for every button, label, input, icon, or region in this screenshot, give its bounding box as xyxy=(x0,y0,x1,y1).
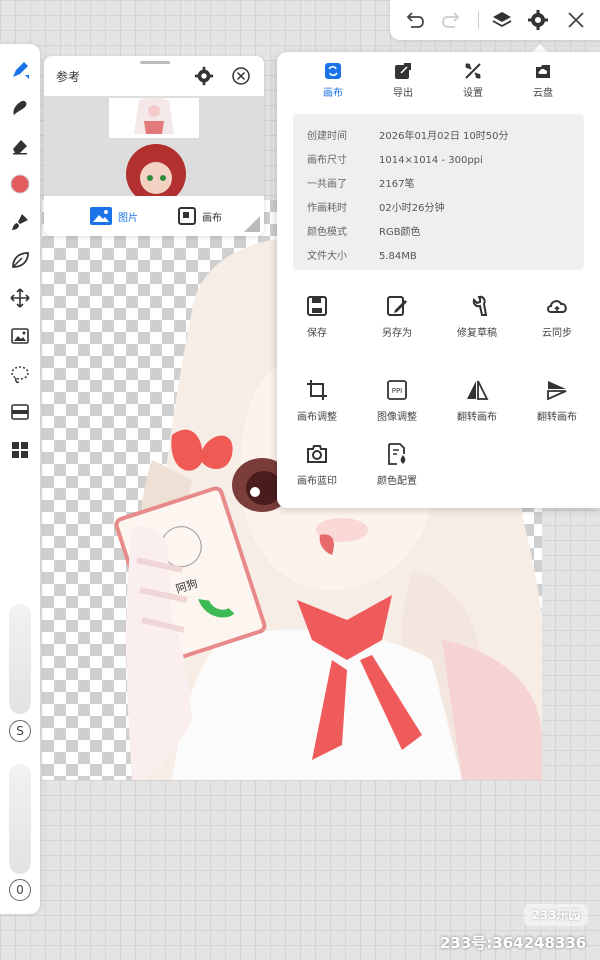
export-icon xyxy=(395,63,411,79)
camera-icon xyxy=(307,445,327,463)
save-as-label: 另存为 xyxy=(382,328,412,339)
info-row-created: 创建时间 2026年01月02日 10时50分 xyxy=(307,131,509,142)
canvas-info-box: 创建时间 2026年01月02日 10时50分 画布尺寸 1014×1014 - 3… xyxy=(293,114,584,270)
watermark-id: 233号:364248336 xyxy=(440,934,587,952)
top-toolbar xyxy=(390,0,600,40)
canvas-blueprint-button[interactable]: 画布蓝印 xyxy=(277,442,357,487)
repair-draft-label: 修复草稿 xyxy=(457,328,497,339)
move-icon[interactable] xyxy=(6,284,34,312)
reference-settings-icon[interactable] xyxy=(194,66,216,88)
save-as-icon xyxy=(387,296,407,316)
watermark-logo: 233乐园 xyxy=(524,904,588,926)
ppi-icon: PPI xyxy=(387,380,407,400)
cloud-sync-label: 云同步 xyxy=(542,328,572,339)
tab-settings-label: 设置 xyxy=(463,88,483,99)
info-row-color-mode: 颜色模式 RGB颜色 xyxy=(307,227,421,238)
paintbrush-icon[interactable] xyxy=(6,208,34,236)
leaf-icon[interactable] xyxy=(6,246,34,274)
image-adjust-label: 图像调整 xyxy=(377,412,417,423)
repair-draft-button[interactable]: 修复草稿 xyxy=(437,294,517,339)
tools-icon xyxy=(465,63,481,79)
resize-handle-icon[interactable] xyxy=(244,216,260,232)
reference-title: 参考 xyxy=(56,70,81,84)
layers-icon[interactable] xyxy=(488,6,516,34)
canvas-adjust-button[interactable]: 画布调整 xyxy=(277,378,357,423)
brush-size-slider[interactable] xyxy=(9,604,31,714)
reference-header: 参考 xyxy=(44,56,264,96)
reference-thumbnail xyxy=(109,97,199,204)
brush-size-label: S xyxy=(9,720,31,742)
reference-close-icon[interactable] xyxy=(231,66,253,88)
save-label: 保存 xyxy=(307,328,327,339)
canvas-blueprint-label: 画布蓝印 xyxy=(297,476,337,487)
reference-panel[interactable]: 参考 图片 画布 xyxy=(44,56,264,236)
flip-canvas-horizontal-label: 翻转画布 xyxy=(457,412,497,423)
tab-settings[interactable]: 设置 xyxy=(443,62,503,99)
reference-tabs: 图片 画布 xyxy=(44,196,264,236)
flip-horizontal-icon xyxy=(467,380,489,400)
color-profile-icon xyxy=(388,443,406,465)
toolbar-divider xyxy=(478,11,479,29)
tab-cloud-drive-label: 云盘 xyxy=(533,88,553,99)
tab-export-label: 导出 xyxy=(393,88,413,99)
info-row-size: 画布尺寸 1014×1014 - 300ppi xyxy=(307,155,483,166)
left-toolbar: S 0 xyxy=(0,44,40,914)
ref-tab-canvas[interactable]: 画布 xyxy=(178,205,222,227)
svg-text:PPI: PPI xyxy=(392,387,403,395)
image-adjust-icon[interactable] xyxy=(6,322,34,350)
info-row-duration: 作画耗时 02小时26分钟 xyxy=(307,203,445,214)
cloud-drive-icon xyxy=(536,65,550,78)
tab-export[interactable]: 导出 xyxy=(373,62,433,99)
lasso-select-icon[interactable] xyxy=(6,360,34,388)
tab-cloud-drive[interactable]: 云盘 xyxy=(513,62,573,99)
info-row-file-size: 文件大小 5.84MB xyxy=(307,251,417,262)
crop-icon xyxy=(307,380,327,400)
flip-vertical-icon xyxy=(547,381,567,401)
brush-pen-icon[interactable] xyxy=(6,56,34,84)
redo-icon[interactable] xyxy=(438,6,466,34)
eraser-icon[interactable] xyxy=(6,132,34,160)
canvas-icon xyxy=(325,63,341,79)
opacity-label: 0 xyxy=(9,879,31,901)
undo-icon[interactable] xyxy=(400,6,428,34)
ref-tab-image[interactable]: 图片 xyxy=(90,205,138,227)
image-icon xyxy=(90,207,112,225)
color-swatch[interactable] xyxy=(6,170,34,198)
color-profile-button[interactable]: 颜色配置 xyxy=(357,442,437,487)
opacity-slider[interactable] xyxy=(9,764,31,874)
repair-icon xyxy=(472,295,488,316)
cloud-sync-button[interactable]: 云同步 xyxy=(517,294,597,339)
drag-handle[interactable] xyxy=(140,61,170,64)
flip-canvas-horizontal-button[interactable]: 翻转画布 xyxy=(437,378,517,423)
canvas-adjust-label: 画布调整 xyxy=(297,412,337,423)
canvas-info-panel: 画布 导出 设置 云盘 创建时间 2026年01月02日 10时50分 画布尺寸 1… xyxy=(277,52,600,508)
settings-icon[interactable] xyxy=(524,6,552,34)
close-icon[interactable] xyxy=(562,6,590,34)
reference-image-area[interactable] xyxy=(44,96,264,204)
cloud-sync-icon xyxy=(547,300,567,313)
save-button[interactable]: 保存 xyxy=(277,294,357,339)
canvas-frame-icon xyxy=(178,207,196,225)
tab-canvas[interactable]: 画布 xyxy=(303,62,363,99)
flip-canvas-vertical-label: 翻转画布 xyxy=(537,412,577,423)
save-icon xyxy=(307,296,327,316)
ref-tab-canvas-label: 画布 xyxy=(202,212,222,224)
save-as-button[interactable]: 另存为 xyxy=(357,294,437,339)
smudge-icon[interactable] xyxy=(6,94,34,122)
flip-canvas-vertical-button[interactable]: 翻转画布 xyxy=(517,378,597,423)
info-row-strokes: 一共画了 2167笔 xyxy=(307,179,415,190)
ref-tab-image-label: 图片 xyxy=(118,212,138,224)
filter-icon[interactable] xyxy=(6,398,34,426)
grid-layout-icon[interactable] xyxy=(6,436,34,464)
panel-pointer xyxy=(533,44,547,52)
image-adjust-button[interactable]: PPI 图像调整 xyxy=(357,378,437,423)
tab-canvas-label: 画布 xyxy=(323,88,343,99)
color-profile-label: 颜色配置 xyxy=(377,476,417,487)
